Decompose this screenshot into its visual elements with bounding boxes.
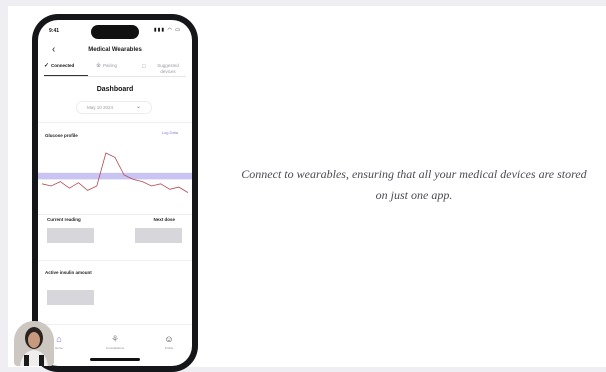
divider [38,122,192,123]
next-dose-value [135,228,182,243]
log-data-link[interactable]: Log Data [162,130,178,135]
active-insulin-label: Active insulin amount [45,270,92,275]
status-icons: ▮▮▮ ◠ ▭ [153,27,181,33]
divider [38,214,192,215]
tabs-divider [44,76,186,77]
bottom-navigation: ⌂ Home ⚘ Consultations ☺ Profile [38,326,192,366]
caption-line-1: Connect to wearables, ensuring that all … [241,167,587,181]
next-dose-label: Next dose [153,217,175,222]
tab-connected[interactable]: ✓ Connected [44,63,74,69]
presenter-webcam [14,321,54,366]
presentation-slide: 9:41 ▮▮▮ ◠ ▭ ‹ Medical Wearables ✓ Connec… [8,6,606,372]
nav-label: Consultations [105,346,125,350]
tab-label: Pairing [103,63,118,68]
divider [38,260,192,261]
active-insulin-value [47,290,94,305]
stethoscope-icon: ⚘ [110,334,120,344]
current-reading-label: Current reading [47,217,81,222]
nav-consultations[interactable]: ⚘ Consultations [100,334,130,350]
active-tab-indicator [44,75,88,76]
glucose-profile-label: Glucose profile [45,133,78,138]
chevron-down-icon: ⌄ [135,104,141,110]
nav-label: Profile [164,346,174,350]
tag-icon: □ [142,64,146,70]
nav-profile[interactable]: ☺ Profile [154,334,184,350]
date-value: May 10 2024 [87,105,114,110]
presenter-avatar [14,321,54,366]
glucose-chart [38,152,192,193]
date-selector[interactable]: May 10 2024 ⌄ [76,101,152,114]
bluetooth-icon: ※ [96,63,102,69]
screen-title: Medical Wearables [88,47,142,53]
caption-line-2: on just one app. [375,188,453,202]
tab-suggested-devices[interactable]: □ Suggested devices [142,63,186,75]
check-icon: ✓ [44,63,50,69]
dynamic-island [91,25,139,39]
tab-pairing[interactable]: ※ Pairing [96,63,117,69]
phone-screen: 9:41 ▮▮▮ ◠ ▭ ‹ Medical Wearables ✓ Connec… [38,20,192,366]
dashboard-heading: Dashboard [96,86,134,93]
status-time: 9:41 [49,28,60,34]
target-range-band [38,172,192,180]
home-indicator [90,358,140,361]
device-tabs: ✓ Connected ※ Pairing □ Suggested devices [44,61,186,83]
tab-label: Connected [51,63,75,68]
profile-icon: ☺ [164,334,174,344]
divider [38,324,192,325]
current-reading-value [47,228,94,243]
tab-label: Suggested devices [157,63,179,74]
slide-caption: Connect to wearables, ensuring that all … [220,164,606,206]
